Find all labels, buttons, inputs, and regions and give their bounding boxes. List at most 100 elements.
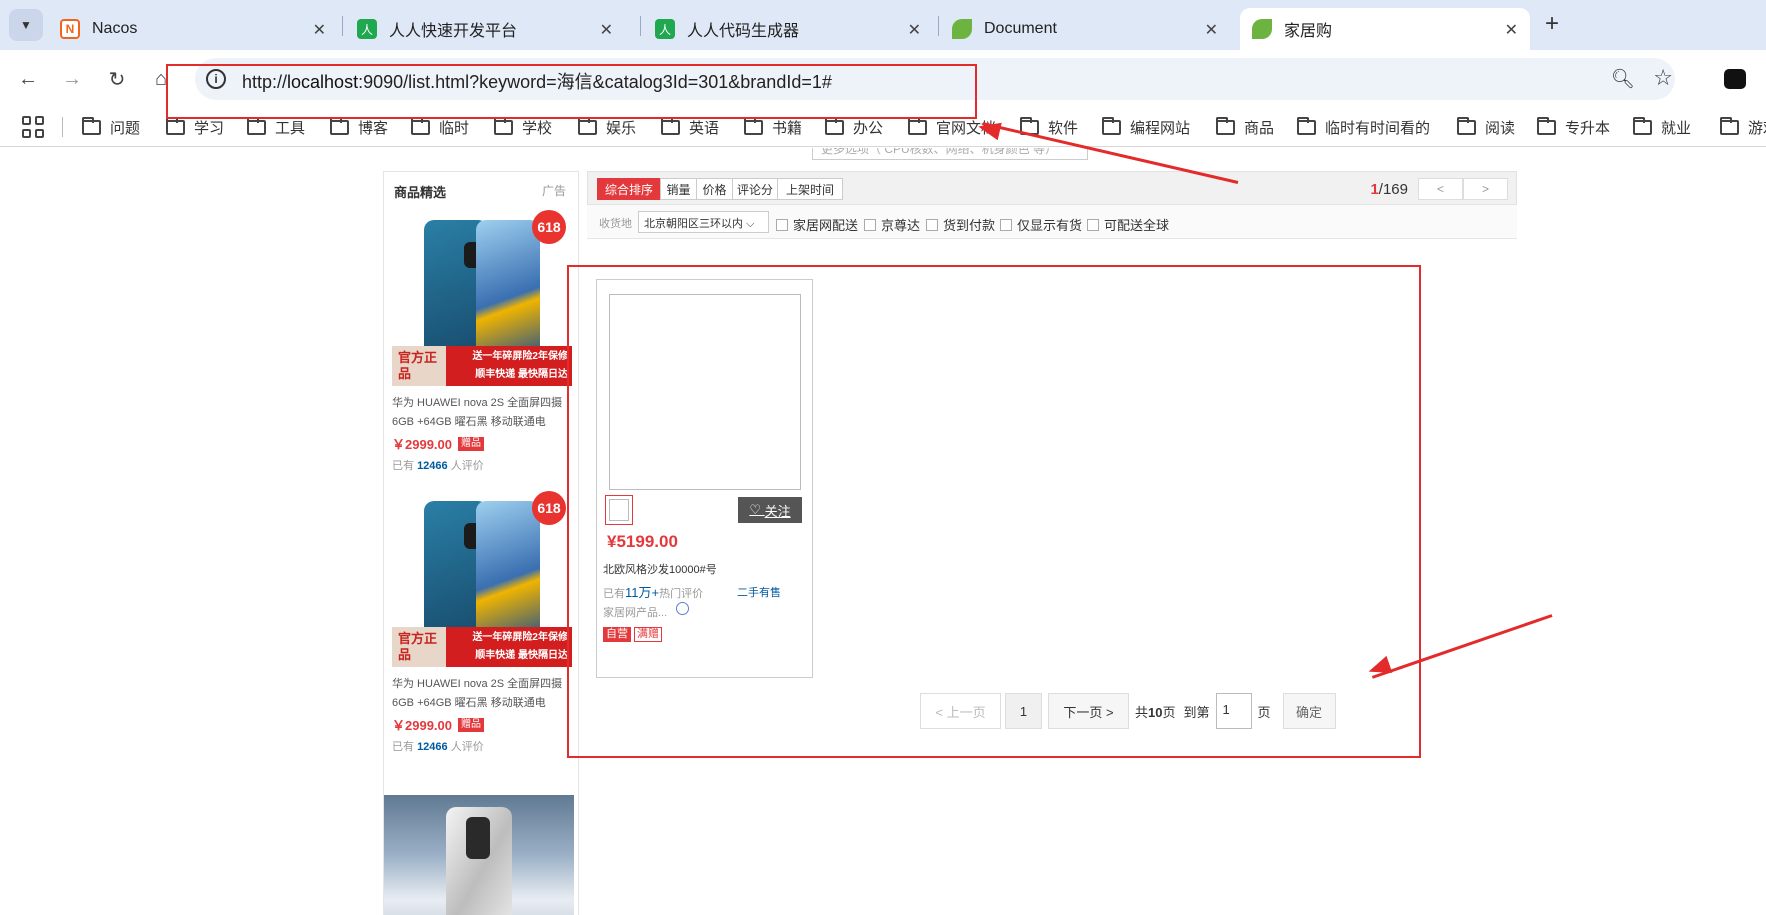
forward-arrow-icon[interactable]: → <box>57 64 87 94</box>
folder-icon <box>1720 117 1739 135</box>
bookmark-label: 专升本 <box>1565 120 1611 137</box>
bookmark-folder[interactable]: 学校 <box>494 117 552 138</box>
bookmark-folder[interactable]: 博客 <box>330 117 388 138</box>
mini-next-button[interactable]: > <box>1463 178 1508 200</box>
badge-618: 618 <box>532 210 566 244</box>
bookmark-folder[interactable]: 工具 <box>247 117 305 138</box>
nacos-icon: N <box>60 19 80 39</box>
folder-icon <box>1297 117 1316 135</box>
tab-renren-platform[interactable]: 人 人人快速开发平台 ✕ <box>345 8 625 50</box>
bookmark-label: 博客 <box>358 120 389 137</box>
new-tab-plus-icon[interactable]: + <box>1545 10 1559 38</box>
bookmark-label: 工具 <box>275 120 306 137</box>
bookmark-label: 英语 <box>689 120 720 137</box>
folder-icon <box>578 117 597 135</box>
checkbox-home-delivery[interactable]: 家居网配送 <box>776 215 858 234</box>
reload-icon[interactable]: ↻ <box>102 64 132 94</box>
bookmark-label: 就业 <box>1661 120 1692 137</box>
apps-grid-icon[interactable] <box>22 116 44 138</box>
badge-618: 618 <box>532 491 566 525</box>
tab-document[interactable]: Document ✕ <box>940 8 1230 50</box>
tab-title: Nacos <box>92 20 138 37</box>
promo-title[interactable]: 华为 HUAWEI nova 2S 全面屏四摄 6GB +64GB 曜石黑 移动… <box>392 675 572 713</box>
folder-icon <box>411 117 430 135</box>
promo-reviews: 已有 12466 人评价 <box>392 741 484 753</box>
bookmark-folder[interactable]: 书籍 <box>744 117 802 138</box>
chevron-down-icon: ⌵ <box>746 218 755 230</box>
bookmark-folder[interactable]: 办公 <box>825 117 883 138</box>
zoom-icon[interactable]: 🔍︎ <box>1611 67 1635 91</box>
close-icon[interactable]: ✕ <box>908 20 921 40</box>
page-content: 更多选项（ CPU核数、网络、机身颜色 等） 商品精选 广告 618 官方正品 … <box>0 148 1766 915</box>
back-arrow-icon[interactable]: ← <box>13 64 43 94</box>
tab-search-button[interactable]: ▼ <box>9 9 43 41</box>
folder-icon <box>1216 117 1235 135</box>
sort-option-sales[interactable]: 销量 <box>660 178 697 200</box>
close-icon[interactable]: ✕ <box>1205 20 1218 40</box>
bookmark-label: 办公 <box>853 120 884 137</box>
bookmark-label: 学习 <box>194 120 225 137</box>
renren-icon: 人 <box>655 19 675 39</box>
tab-separator <box>640 16 641 36</box>
promo-item[interactable]: 618 官方正品 送一年碎屏险2年保修 顺丰快递 最快隔日达 华为 HUAWEI … <box>392 489 572 754</box>
tab-renren-generator[interactable]: 人 人人代码生成器 ✕ <box>643 8 933 50</box>
search-hint[interactable]: 更多选项（ CPU核数、网络、机身颜色 等） <box>812 148 1088 160</box>
sort-option-new[interactable]: 上架时间 <box>777 178 843 200</box>
checkbox-global[interactable]: 可配送全球 <box>1087 215 1169 234</box>
spring-leaf-icon <box>952 19 972 39</box>
folder-icon <box>247 117 266 135</box>
chevron-down-icon: ▼ <box>20 18 32 32</box>
checkbox-jingzunda[interactable]: 京尊达 <box>864 215 920 234</box>
profile-icon[interactable] <box>1724 69 1746 89</box>
bookmark-label: 临时有时间看的 <box>1325 120 1431 137</box>
checkbox-in-stock[interactable]: 仅显示有货 <box>1000 215 1082 234</box>
bookmark-folder[interactable]: 娱乐 <box>578 117 636 138</box>
checkbox-cod[interactable]: 货到付款 <box>926 215 995 234</box>
tab-title: 家居购 <box>1284 23 1333 40</box>
bookmark-folder[interactable]: 问题 <box>82 117 140 138</box>
tab-title: Document <box>984 20 1057 37</box>
bookmark-folder[interactable]: 英语 <box>661 117 719 138</box>
bookmark-folder[interactable]: 临时有时间看的 <box>1297 117 1430 138</box>
folder-icon <box>1537 117 1556 135</box>
bookmark-folder[interactable]: 就业 <box>1633 117 1691 138</box>
folder-icon <box>1457 117 1476 135</box>
promo-image-silver-phone[interactable] <box>384 795 574 915</box>
tab-title: 人人快速开发平台 <box>389 23 518 40</box>
tab-jiajugou[interactable]: 家居购 ✕ <box>1240 8 1530 50</box>
bookmark-folder[interactable]: 阅读 <box>1457 117 1515 138</box>
folder-icon <box>825 117 844 135</box>
promo-image[interactable]: 618 官方正品 送一年碎屏险2年保修 顺丰快递 最快隔日达 <box>392 208 572 386</box>
bookmark-folder[interactable]: 编程网站 <box>1102 117 1190 138</box>
close-icon[interactable]: ✕ <box>313 20 326 40</box>
bookmark-folder[interactable]: 专升本 <box>1537 117 1610 138</box>
gift-badge: 赠品 <box>458 717 484 732</box>
promo-image[interactable]: 618 官方正品 送一年碎屏险2年保修 顺丰快递 最快隔日达 <box>392 489 572 667</box>
bookmark-star-icon[interactable]: ☆ <box>1653 65 1673 91</box>
bookmark-label: 软件 <box>1048 120 1079 137</box>
bookmark-folder[interactable]: 临时 <box>411 117 469 138</box>
tab-separator <box>938 16 939 36</box>
banner-official: 官方正品 <box>392 627 446 667</box>
sort-option-rating[interactable]: 评论分 <box>732 178 778 200</box>
sidebar-heading: 商品精选 <box>394 185 447 200</box>
mini-prev-button[interactable]: < <box>1418 178 1463 200</box>
location-select[interactable]: 北京朝阳区三环以内 ⌵ <box>638 211 769 233</box>
bookmark-label: 临时 <box>439 120 470 137</box>
promo-item[interactable]: 618 官方正品 送一年碎屏险2年保修 顺丰快递 最快隔日达 华为 HUAWEI … <box>392 208 572 473</box>
close-icon[interactable]: ✕ <box>1505 20 1518 40</box>
tab-nacos[interactable]: N Nacos ✕ <box>48 8 338 50</box>
bookmark-label: 阅读 <box>1485 120 1516 137</box>
close-icon[interactable]: ✕ <box>600 20 613 40</box>
bookmark-folder[interactable]: 游戏 <box>1720 117 1766 138</box>
promo-title[interactable]: 华为 HUAWEI nova 2S 全面屏四摄 6GB +64GB 曜石黑 移动… <box>392 394 572 432</box>
bookmark-folder[interactable]: 商品 <box>1216 117 1274 138</box>
banner-official: 官方正品 <box>392 346 446 386</box>
bookmark-folder[interactable]: 学习 <box>166 117 224 138</box>
folder-icon <box>908 117 927 135</box>
promo-price: ￥2999.00 <box>392 718 452 733</box>
sort-option-price[interactable]: 价格 <box>696 178 733 200</box>
sort-option-default[interactable]: 综合排序 <box>597 178 661 200</box>
bookmark-label: 游戏 <box>1748 120 1766 137</box>
mini-pager-current: 1 <box>1370 180 1379 198</box>
